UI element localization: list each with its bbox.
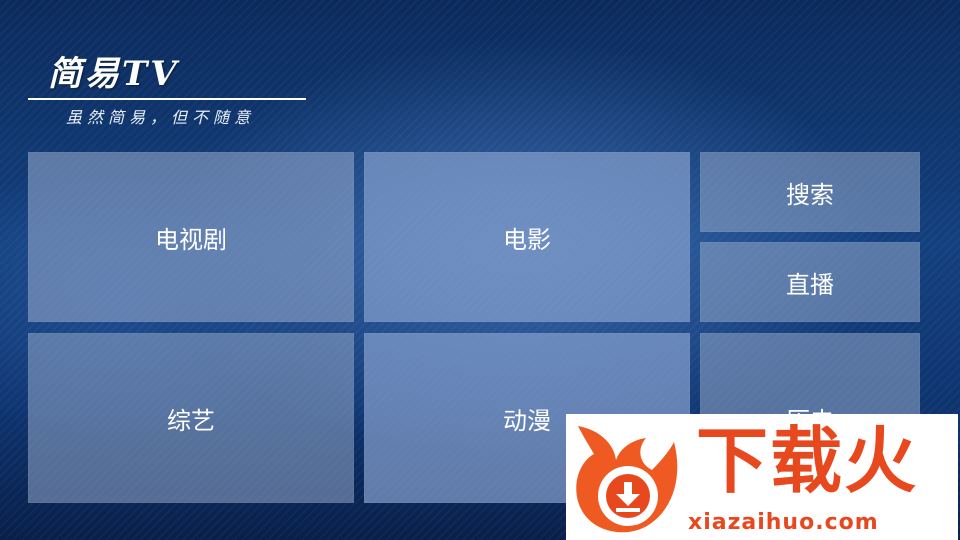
tile-anime-label: 动漫 <box>503 406 551 435</box>
flame-logo-icon <box>576 426 678 533</box>
title-underline <box>28 98 306 100</box>
app-header: 简易TV 虽然简易，但不随意 <box>28 52 308 128</box>
tile-search-label: 搜索 <box>786 180 834 209</box>
watermark-name: 下载火 <box>696 419 919 503</box>
tile-tv-series[interactable]: 电视剧 <box>28 152 354 322</box>
tile-variety[interactable]: 综艺 <box>28 333 354 503</box>
tile-movies-label: 电影 <box>503 225 551 254</box>
tile-variety-label: 综艺 <box>167 406 215 435</box>
app-slogan: 虽然简易，但不随意 <box>66 108 256 127</box>
watermark-url: xiazaihuo.com <box>688 510 879 535</box>
tile-live[interactable]: 直播 <box>700 242 920 322</box>
app-title: 简易TV <box>48 54 180 94</box>
tile-tv-series-label: 电视剧 <box>155 225 227 254</box>
tile-movies[interactable]: 电影 <box>364 152 690 322</box>
tile-live-label: 直播 <box>786 270 834 299</box>
watermark-overlay: 下载火 xiazaihuo.com <box>566 414 958 540</box>
tile-search[interactable]: 搜索 <box>700 152 920 232</box>
